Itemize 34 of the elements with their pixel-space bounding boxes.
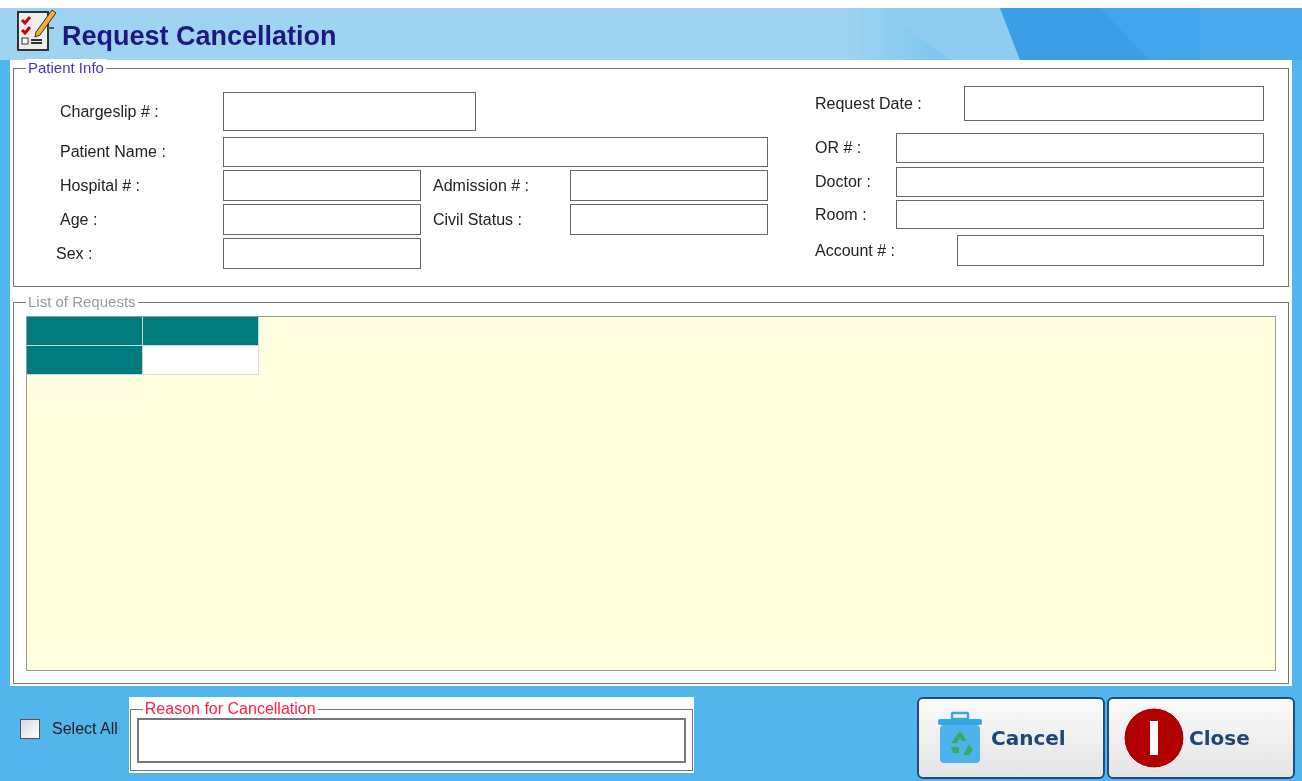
input-field[interactable]: [223, 92, 476, 131]
field-label: Patient Name :: [60, 143, 166, 160]
input-field[interactable]: [223, 204, 421, 235]
field-label: Age :: [60, 210, 98, 228]
input-field[interactable]: [964, 86, 1264, 121]
field-label: Account # :: [815, 241, 896, 259]
field-label: Admission # :: [433, 176, 530, 194]
input-field[interactable]: [223, 238, 421, 269]
input-field[interactable]: [223, 137, 768, 167]
input-field[interactable]: [957, 235, 1264, 266]
checkbox[interactable]: [20, 719, 40, 739]
window-title: Request Cancellation: [62, 23, 337, 50]
input-field[interactable]: [570, 170, 768, 201]
data-grid[interactable]: [26, 316, 1276, 671]
field-label: Doctor :: [815, 173, 871, 190]
reason-field[interactable]: [136, 718, 686, 763]
field-label: Chargeslip # :: [60, 102, 159, 120]
field-label: Sex :: [56, 244, 93, 262]
input-field[interactable]: [570, 204, 768, 235]
field-label: Room :: [815, 205, 867, 223]
field-label: Civil Status :: [433, 210, 522, 228]
field-label: OR # :: [815, 139, 862, 156]
field-label: Request Date :: [815, 94, 922, 112]
stop-icon: [1123, 707, 1185, 769]
action-button[interactable]: Close: [1107, 697, 1295, 779]
group-title: List of Requests: [26, 293, 138, 311]
input-field[interactable]: [896, 167, 1264, 197]
input-field[interactable]: [896, 133, 1264, 163]
checkbox-label[interactable]: Select All: [52, 717, 118, 741]
checklist-icon: [16, 8, 58, 52]
input-field[interactable]: [896, 200, 1264, 229]
field-label: Hospital # :: [60, 176, 141, 194]
action-button[interactable]: Cancel: [917, 697, 1105, 779]
input-field[interactable]: [223, 170, 421, 201]
